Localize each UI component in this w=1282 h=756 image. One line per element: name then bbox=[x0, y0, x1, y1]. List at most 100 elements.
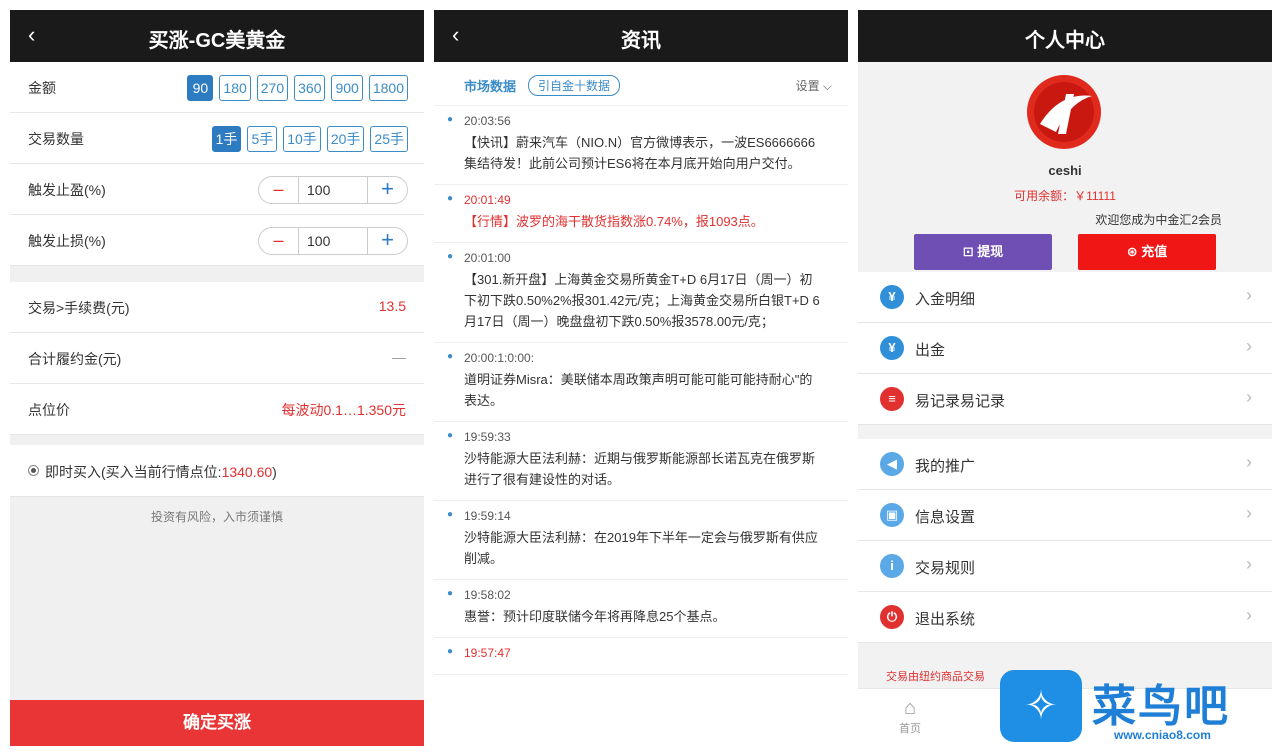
menu-item-label: 入金明细 bbox=[915, 291, 976, 308]
menu-item[interactable]: ⏻ 退出系统 › bbox=[858, 592, 1272, 643]
notice-text: 交易由纽约商品交易 bbox=[886, 671, 985, 683]
quantity-option[interactable]: 1手 bbox=[211, 126, 242, 152]
fee-row: 交易>手续费(元) 13.5 bbox=[10, 282, 424, 333]
margin-value: — bbox=[392, 349, 406, 365]
risk-warning: 投资有风险，入市须谨慎 bbox=[150, 510, 283, 524]
quantity-option[interactable]: 10手 bbox=[283, 126, 321, 152]
buy-topbar: ‹ 买涨-GC美黄金 bbox=[10, 10, 424, 62]
menu-item-label: 信息设置 bbox=[915, 509, 976, 526]
tab-home[interactable]: ⌂ 首页 bbox=[888, 697, 932, 736]
fee-value: 13.5 bbox=[378, 298, 406, 314]
buy-panel: ‹ 买涨-GC美黄金 金额 90 180 270 360 900 1800 交易数量 1手… bbox=[10, 10, 424, 746]
power-icon: ⏻ bbox=[880, 605, 904, 629]
news-time: 19:57:47 bbox=[464, 646, 511, 660]
confirm-buy-button[interactable]: 确定买涨 bbox=[10, 700, 424, 746]
amount-option[interactable]: 180 bbox=[219, 75, 251, 101]
source-chip: 引自金十数据 bbox=[528, 75, 621, 96]
chevron-right-icon: › bbox=[1246, 452, 1252, 472]
news-item[interactable]: ● 20:03:56 【快讯】蔚来汽车（NIO.N）官方微博表示，一波ES66666… bbox=[434, 106, 848, 185]
bullet-icon: ● bbox=[447, 193, 454, 204]
menu-item[interactable]: ▣ 信息设置 › bbox=[858, 490, 1272, 541]
menu-group-a: ¥ 入金明细 › ¥ 出金 › ≡ 易记录易记录 › bbox=[858, 272, 1272, 425]
point-row: 点位价 每波动0.1…1.350元 bbox=[10, 384, 424, 435]
chevron-right-icon: › bbox=[1246, 605, 1252, 625]
buy-title: 买涨-GC美黄金 bbox=[148, 30, 286, 52]
news-text: 惠誉：预计印度联储今年将再降息25个基点。 bbox=[464, 609, 726, 624]
margin-label: 合计履约金(元) bbox=[28, 351, 122, 367]
tab-home-label: 首页 bbox=[899, 723, 921, 735]
news-item[interactable]: ● 19:58:02 惠誉：预计印度联储今年将再降息25个基点。 bbox=[434, 580, 848, 638]
menu-item-label: 退出系统 bbox=[915, 611, 976, 628]
menu-item[interactable]: ¥ 出金 › bbox=[858, 323, 1272, 374]
welcome-text: 欢迎您成为中金汇2会员 bbox=[1095, 213, 1222, 227]
menu-item[interactable]: ◀ 我的推广 › bbox=[858, 439, 1272, 490]
menu-item-label: 出金 bbox=[915, 342, 946, 359]
news-header: 市场数据 引自金十数据 设置 ⌵ bbox=[434, 62, 848, 106]
chevron-right-icon: › bbox=[1246, 285, 1252, 305]
news-item[interactable]: ● 20:01:00 【301.新开盘】上海黄金交易所黄金T+D 6月17日（周一）… bbox=[434, 243, 848, 343]
news-time: 20:03:56 bbox=[464, 114, 511, 128]
settings-dropdown[interactable]: 设置 ⌵ bbox=[796, 77, 832, 94]
take-profit-row: 触发止盈(%) – 100 + bbox=[10, 164, 424, 215]
news-time: 20:01:49 bbox=[464, 193, 511, 207]
take-profit-plus-button[interactable]: + bbox=[367, 177, 407, 203]
take-profit-input[interactable]: 100 bbox=[299, 177, 367, 203]
radio-selected-icon[interactable] bbox=[28, 465, 39, 476]
tab-market-data[interactable]: 市场数据 bbox=[464, 76, 516, 95]
news-text: 道明证券Misra：美联储本周政策声明可能可能可能持耐心"的表达。 bbox=[464, 372, 813, 408]
balance: 可用余额：￥11111 bbox=[1014, 189, 1116, 203]
news-text: 【快讯】蔚来汽车（NIO.N）官方微博表示，一波ES6666666集结待发！此前… bbox=[464, 135, 816, 171]
bullet-icon: ● bbox=[447, 114, 454, 125]
menu-item[interactable]: ¥ 入金明细 › bbox=[858, 272, 1272, 323]
buy-now-price: 1340.60 bbox=[221, 464, 273, 480]
news-item[interactable]: ● 19:57:47 bbox=[434, 638, 848, 675]
news-item[interactable]: ● 20:01:49 【行情】波罗的海干散货指数涨0.74%，报1093点。 bbox=[434, 185, 848, 243]
amount-option[interactable]: 900 bbox=[331, 75, 363, 101]
fee-label: 交易>手续费(元) bbox=[28, 300, 130, 316]
bird-logo-icon: ✧ bbox=[1000, 670, 1082, 742]
take-profit-stepper: – 100 + bbox=[258, 176, 408, 204]
news-item[interactable]: ● 19:59:14 沙特能源大臣法利赫：在2019年下半年一定会与俄罗斯有供应削减… bbox=[434, 501, 848, 580]
chevron-right-icon: › bbox=[1246, 336, 1252, 356]
stop-loss-minus-button[interactable]: – bbox=[259, 228, 299, 254]
menu-item[interactable]: ≡ 易记录易记录 › bbox=[858, 374, 1272, 425]
profile-header: ceshi 可用余额：￥11111 欢迎您成为中金汇2会员 ⊡ 提现 ⊛ 充值 bbox=[858, 62, 1272, 272]
quantity-option[interactable]: 20手 bbox=[326, 126, 365, 152]
avatar bbox=[1027, 75, 1101, 149]
news-time: 20:01:00 bbox=[464, 251, 511, 265]
news-item[interactable]: ● 19:59:33 沙特能源大臣法利赫：近期与俄罗斯能源部长诺瓦克在俄罗斯进行了很… bbox=[434, 422, 848, 501]
chevron-right-icon: › bbox=[1246, 503, 1252, 523]
news-text: 沙特能源大臣法利赫：在2019年下半年一定会与俄罗斯有供应削减。 bbox=[464, 530, 818, 566]
bullet-icon: ● bbox=[447, 351, 454, 362]
amount-options: 90 180 270 360 900 1800 bbox=[187, 75, 408, 101]
recharge-button[interactable]: ⊛ 充值 bbox=[1078, 234, 1216, 270]
news-panel: ‹ 资讯 市场数据 引自金十数据 设置 ⌵ ● 20:03:56 【快讯】蔚来汽车（… bbox=[434, 10, 848, 746]
news-time: 19:59:14 bbox=[464, 509, 511, 523]
deposit-icon: ¥ bbox=[880, 285, 904, 309]
menu-item[interactable]: i 交易规则 › bbox=[858, 541, 1272, 592]
quantity-label: 交易数量 bbox=[28, 131, 84, 147]
quantity-option[interactable]: 25手 bbox=[370, 126, 408, 152]
buy-now-option[interactable]: 即时买入(买入当前行情点位:1340.60) bbox=[10, 445, 424, 497]
news-time: 19:59:33 bbox=[464, 430, 511, 444]
settings-icon: ▣ bbox=[880, 503, 904, 527]
stop-loss-plus-button[interactable]: + bbox=[367, 228, 407, 254]
quantity-option[interactable]: 5手 bbox=[247, 126, 278, 152]
stop-loss-input[interactable]: 100 bbox=[299, 228, 367, 254]
take-profit-minus-button[interactable]: – bbox=[259, 177, 299, 203]
amount-label: 金额 bbox=[28, 80, 56, 96]
profile-panel: 个人中心 ceshi 可用余额：￥11111 欢迎您成为中金汇2会员 ⊡ 提现 … bbox=[858, 10, 1272, 746]
stop-loss-label: 触发止损(%) bbox=[28, 233, 106, 249]
withdraw-button[interactable]: ⊡ 提现 bbox=[914, 234, 1052, 270]
bullet-icon: ● bbox=[447, 251, 454, 262]
info-icon: i bbox=[880, 554, 904, 578]
news-item[interactable]: ● 20:00:1:0:00: 道明证券Misra：美联储本周政策声明可能可能可能持… bbox=[434, 343, 848, 422]
amount-option[interactable]: 90 bbox=[187, 75, 214, 101]
amount-option[interactable]: 360 bbox=[294, 75, 326, 101]
news-text: 【301.新开盘】上海黄金交易所黄金T+D 6月17日（周一）初下初下跌0.50… bbox=[464, 272, 820, 329]
amount-option[interactable]: 270 bbox=[256, 75, 289, 101]
profile-title: 个人中心 bbox=[1025, 30, 1105, 52]
margin-row: 合计履约金(元) — bbox=[10, 333, 424, 384]
profile-topbar: 个人中心 bbox=[858, 10, 1272, 62]
amount-option[interactable]: 1800 bbox=[368, 75, 408, 101]
